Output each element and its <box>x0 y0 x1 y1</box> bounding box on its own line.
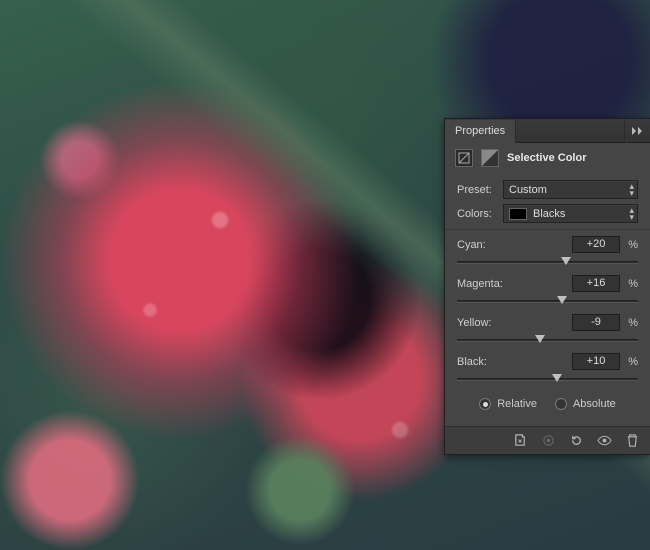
radio-absolute-label: Absolute <box>573 398 616 410</box>
slider-black[interactable] <box>457 372 638 386</box>
selective-color-icon <box>458 152 470 164</box>
radio-off-icon <box>555 398 567 410</box>
clip-icon <box>513 433 528 448</box>
slider-value-input[interactable]: +20 <box>572 236 620 253</box>
preset-label: Preset: <box>457 184 497 196</box>
slider-track <box>457 261 638 264</box>
slider-value-input[interactable]: +10 <box>572 353 620 370</box>
panel-tabbar: Properties <box>445 119 650 143</box>
percent-label: % <box>620 356 638 368</box>
toggle-visibility-button[interactable] <box>596 433 612 449</box>
view-previous-button <box>540 433 556 449</box>
slider-track <box>457 378 638 381</box>
percent-label: % <box>620 278 638 290</box>
trash-icon <box>625 433 640 448</box>
dropdown-arrows-icon: ▴▾ <box>629 207 633 221</box>
reset-icon <box>569 433 584 448</box>
colors-label: Colors: <box>457 208 497 220</box>
panel-footer <box>445 426 650 454</box>
slider-magenta[interactable] <box>457 294 638 308</box>
radio-on-icon <box>479 398 491 410</box>
tab-properties[interactable]: Properties <box>445 120 516 143</box>
colors-swatch <box>509 208 527 220</box>
mode-radio-group: Relative Absolute <box>457 388 638 416</box>
slider-cyan[interactable] <box>457 255 638 269</box>
clip-to-layer-button[interactable] <box>512 433 528 449</box>
mask-icon[interactable] <box>481 149 499 167</box>
slider-label: Magenta: <box>457 278 572 290</box>
slider-thumb[interactable] <box>535 335 545 343</box>
double-chevron-right-icon <box>631 126 645 136</box>
adjustment-type-icon[interactable] <box>455 149 473 167</box>
delete-button[interactable] <box>624 433 640 449</box>
slider-thumb[interactable] <box>552 374 562 382</box>
percent-label: % <box>620 317 638 329</box>
properties-panel: Properties Selective Color Preset: Custo… <box>444 118 650 455</box>
colors-select[interactable]: Blacks ▴▾ <box>503 204 638 223</box>
preset-select[interactable]: Custom ▴▾ <box>503 180 638 199</box>
radio-absolute[interactable]: Absolute <box>555 398 616 410</box>
dropdown-arrows-icon: ▴▾ <box>629 183 633 197</box>
adjustment-header: Selective Color <box>445 143 650 175</box>
adjustment-title: Selective Color <box>507 152 586 164</box>
slider-label: Yellow: <box>457 317 572 329</box>
slider-value-input[interactable]: -9 <box>572 314 620 331</box>
slider-thumb[interactable] <box>557 296 567 304</box>
eye-icon <box>597 433 612 448</box>
slider-label: Cyan: <box>457 239 572 251</box>
slider-track <box>457 300 638 303</box>
panel-collapse-button[interactable] <box>624 119 650 142</box>
slider-track <box>457 339 638 342</box>
slider-value-input[interactable]: +16 <box>572 275 620 292</box>
slider-yellow[interactable] <box>457 333 638 347</box>
slider-thumb[interactable] <box>561 257 571 265</box>
reset-button[interactable] <box>568 433 584 449</box>
percent-label: % <box>620 239 638 251</box>
radio-relative[interactable]: Relative <box>479 398 537 410</box>
slider-label: Black: <box>457 356 572 368</box>
radio-relative-label: Relative <box>497 398 537 410</box>
preset-value: Custom <box>509 184 547 196</box>
eye-ring-icon <box>541 433 556 448</box>
colors-value: Blacks <box>533 208 565 220</box>
